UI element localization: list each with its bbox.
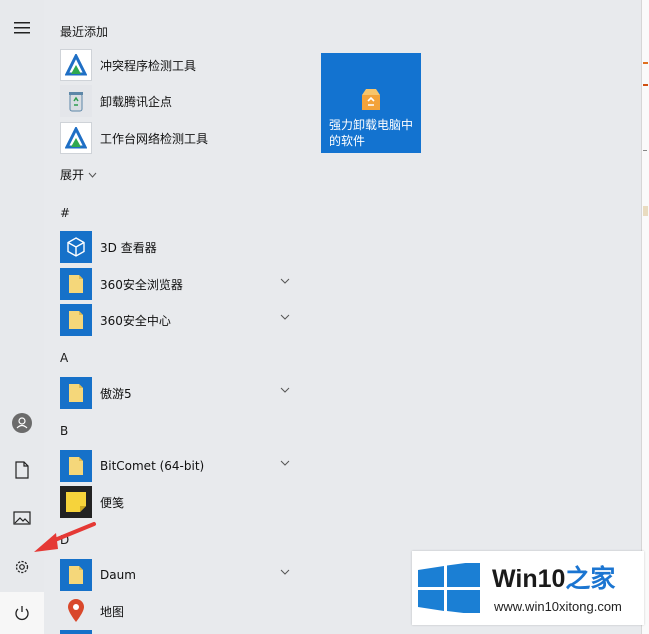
map-pin-icon [60,595,92,627]
list-item[interactable]: 卸载腾讯企点 [60,84,300,118]
folder-icon [60,304,92,336]
expand-button[interactable]: 展开 [60,166,97,183]
recycle-bin-icon [60,85,92,117]
tile-uninstall[interactable]: 强力卸载电脑中的软件 [321,53,421,153]
app-list: 最近添加 冲突程序检测工具 卸载腾讯企点 工作台网络检测工具 展开 # 3D 查… [44,0,306,634]
tile-label: 强力卸载电脑中的软件 [329,118,414,148]
list-item[interactable]: 3D 查看器 [60,230,300,264]
group-header[interactable]: A [60,351,68,365]
list-item[interactable]: 冲突程序检测工具 [60,48,300,82]
list-item-label: 冲突程序检测工具 [100,58,197,73]
background-window-edge [641,0,649,634]
documents-icon[interactable] [0,448,44,492]
group-header[interactable]: B [60,424,68,438]
chevron-down-icon[interactable] [280,460,290,466]
uninstall-box-icon [358,86,384,116]
list-item-label: 360安全中心 [100,313,171,328]
windows-logo-icon [418,563,480,613]
network-tool-icon [60,49,92,81]
list-item-label: 傲游5 [100,386,132,401]
folder-icon [60,450,92,482]
chevron-down-icon [88,172,97,178]
recent-header: 最近添加 [60,25,109,39]
brand-prefix: Win10 [492,565,566,593]
list-item[interactable]: 360安全中心 [60,303,300,337]
list-item-label: 工作台网络检测工具 [100,131,209,146]
list-item[interactable]: 工作台网络检测工具 [60,121,300,155]
network-tool-icon [60,122,92,154]
chevron-down-icon[interactable] [280,278,290,284]
list-item[interactable]: 便笺 [60,485,300,519]
start-menu-rail [0,0,44,634]
hamburger-menu-icon[interactable] [0,6,44,50]
sticky-note-icon [60,486,92,518]
folder-icon [60,559,92,591]
folder-icon [60,268,92,300]
cube-icon [60,231,92,263]
edge-mark [643,62,648,64]
chevron-down-icon[interactable] [280,314,290,320]
list-item-label: BitComet (64-bit) [100,459,205,473]
chevron-down-icon[interactable] [280,569,290,575]
group-header[interactable]: D [60,533,69,547]
list-item[interactable]: BitComet (64-bit) [60,449,300,483]
list-item-label: 360安全浏览器 [100,277,183,292]
settings-icon[interactable] [0,545,44,589]
list-item-label: 地图 [100,604,125,619]
list-item[interactable]: Daum [60,558,300,592]
pictures-icon[interactable] [0,496,44,540]
user-account-icon[interactable] [0,401,44,445]
folder-icon [60,377,92,409]
list-item-label: 卸载腾讯企点 [100,94,173,109]
list-item-partial [60,630,92,634]
list-item[interactable]: 地图 [60,594,300,628]
edge-mark [643,150,647,151]
group-header[interactable]: # [60,206,70,220]
power-icon[interactable] [0,592,44,634]
edge-mark [643,206,648,216]
watermark-url: www.win10xitong.com [494,599,622,614]
brand-suffix: 之家 [565,565,616,593]
expand-label: 展开 [60,168,85,182]
tiles-area: 强力卸载电脑中的软件 [306,0,649,634]
watermark-brand: Win10之家 [492,559,615,595]
list-item-label: 3D 查看器 [100,240,157,255]
edge-mark [643,84,648,86]
list-item[interactable]: 360安全浏览器 [60,267,300,301]
list-item-label: 便笺 [100,495,125,510]
chevron-down-icon[interactable] [280,387,290,393]
watermark: Win10之家 www.win10xitong.com [412,551,644,625]
list-item[interactable]: 傲游5 [60,376,300,410]
list-item-label: Daum [100,568,136,582]
